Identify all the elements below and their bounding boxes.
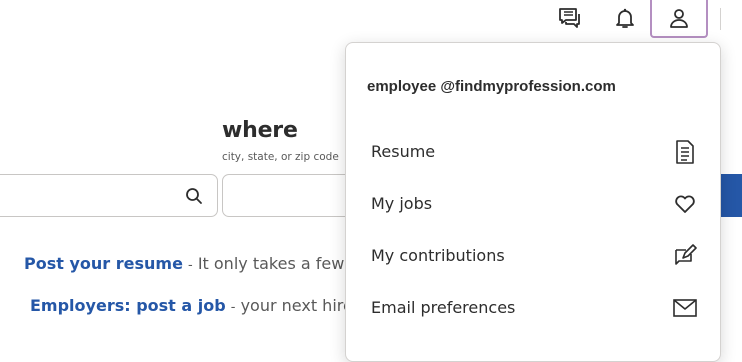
menu-item-my-jobs[interactable]: My jobs <box>346 178 720 230</box>
promo-employers-line: Employers: post a job - your next hire i… <box>30 296 386 315</box>
promo-separator: - <box>188 258 193 273</box>
where-search-input[interactable] <box>222 174 362 217</box>
menu-item-my-contributions[interactable]: My contributions <box>346 230 720 282</box>
notifications-button[interactable] <box>608 0 642 36</box>
what-search-input[interactable] <box>0 174 218 217</box>
document-icon <box>672 139 698 165</box>
edit-icon <box>672 243 698 269</box>
heart-icon <box>672 191 698 217</box>
menu-item-label: Email preferences <box>371 298 516 317</box>
bell-icon <box>616 8 634 28</box>
menu-item-label: My jobs <box>371 194 433 213</box>
messages-icon <box>559 8 580 28</box>
messages-button[interactable] <box>552 0 586 36</box>
menu-item-resume[interactable]: Resume <box>346 126 720 178</box>
menu-item-email-preferences[interactable]: Email preferences <box>346 282 720 334</box>
envelope-icon <box>672 295 698 321</box>
menu-item-label: My contributions <box>371 246 505 265</box>
menu-item-label: Resume <box>371 142 436 161</box>
search-icon <box>185 187 203 205</box>
account-email: employee @findmyprofession.com <box>367 78 616 95</box>
profile-button[interactable] <box>650 0 708 38</box>
where-hint: city, state, or zip code <box>222 151 339 163</box>
employers-post-job-link[interactable]: Employers: post a job <box>30 296 226 315</box>
post-resume-link[interactable]: Post your resume <box>24 254 183 273</box>
user-icon <box>670 9 688 28</box>
where-heading: where <box>222 118 298 143</box>
promo-separator: - <box>230 300 236 315</box>
promo-resume-line: Post your resume - It only takes a few s… <box>24 254 386 273</box>
header-divider <box>720 8 721 30</box>
account-dropdown: employee @findmyprofession.com Resume My… <box>345 42 721 362</box>
